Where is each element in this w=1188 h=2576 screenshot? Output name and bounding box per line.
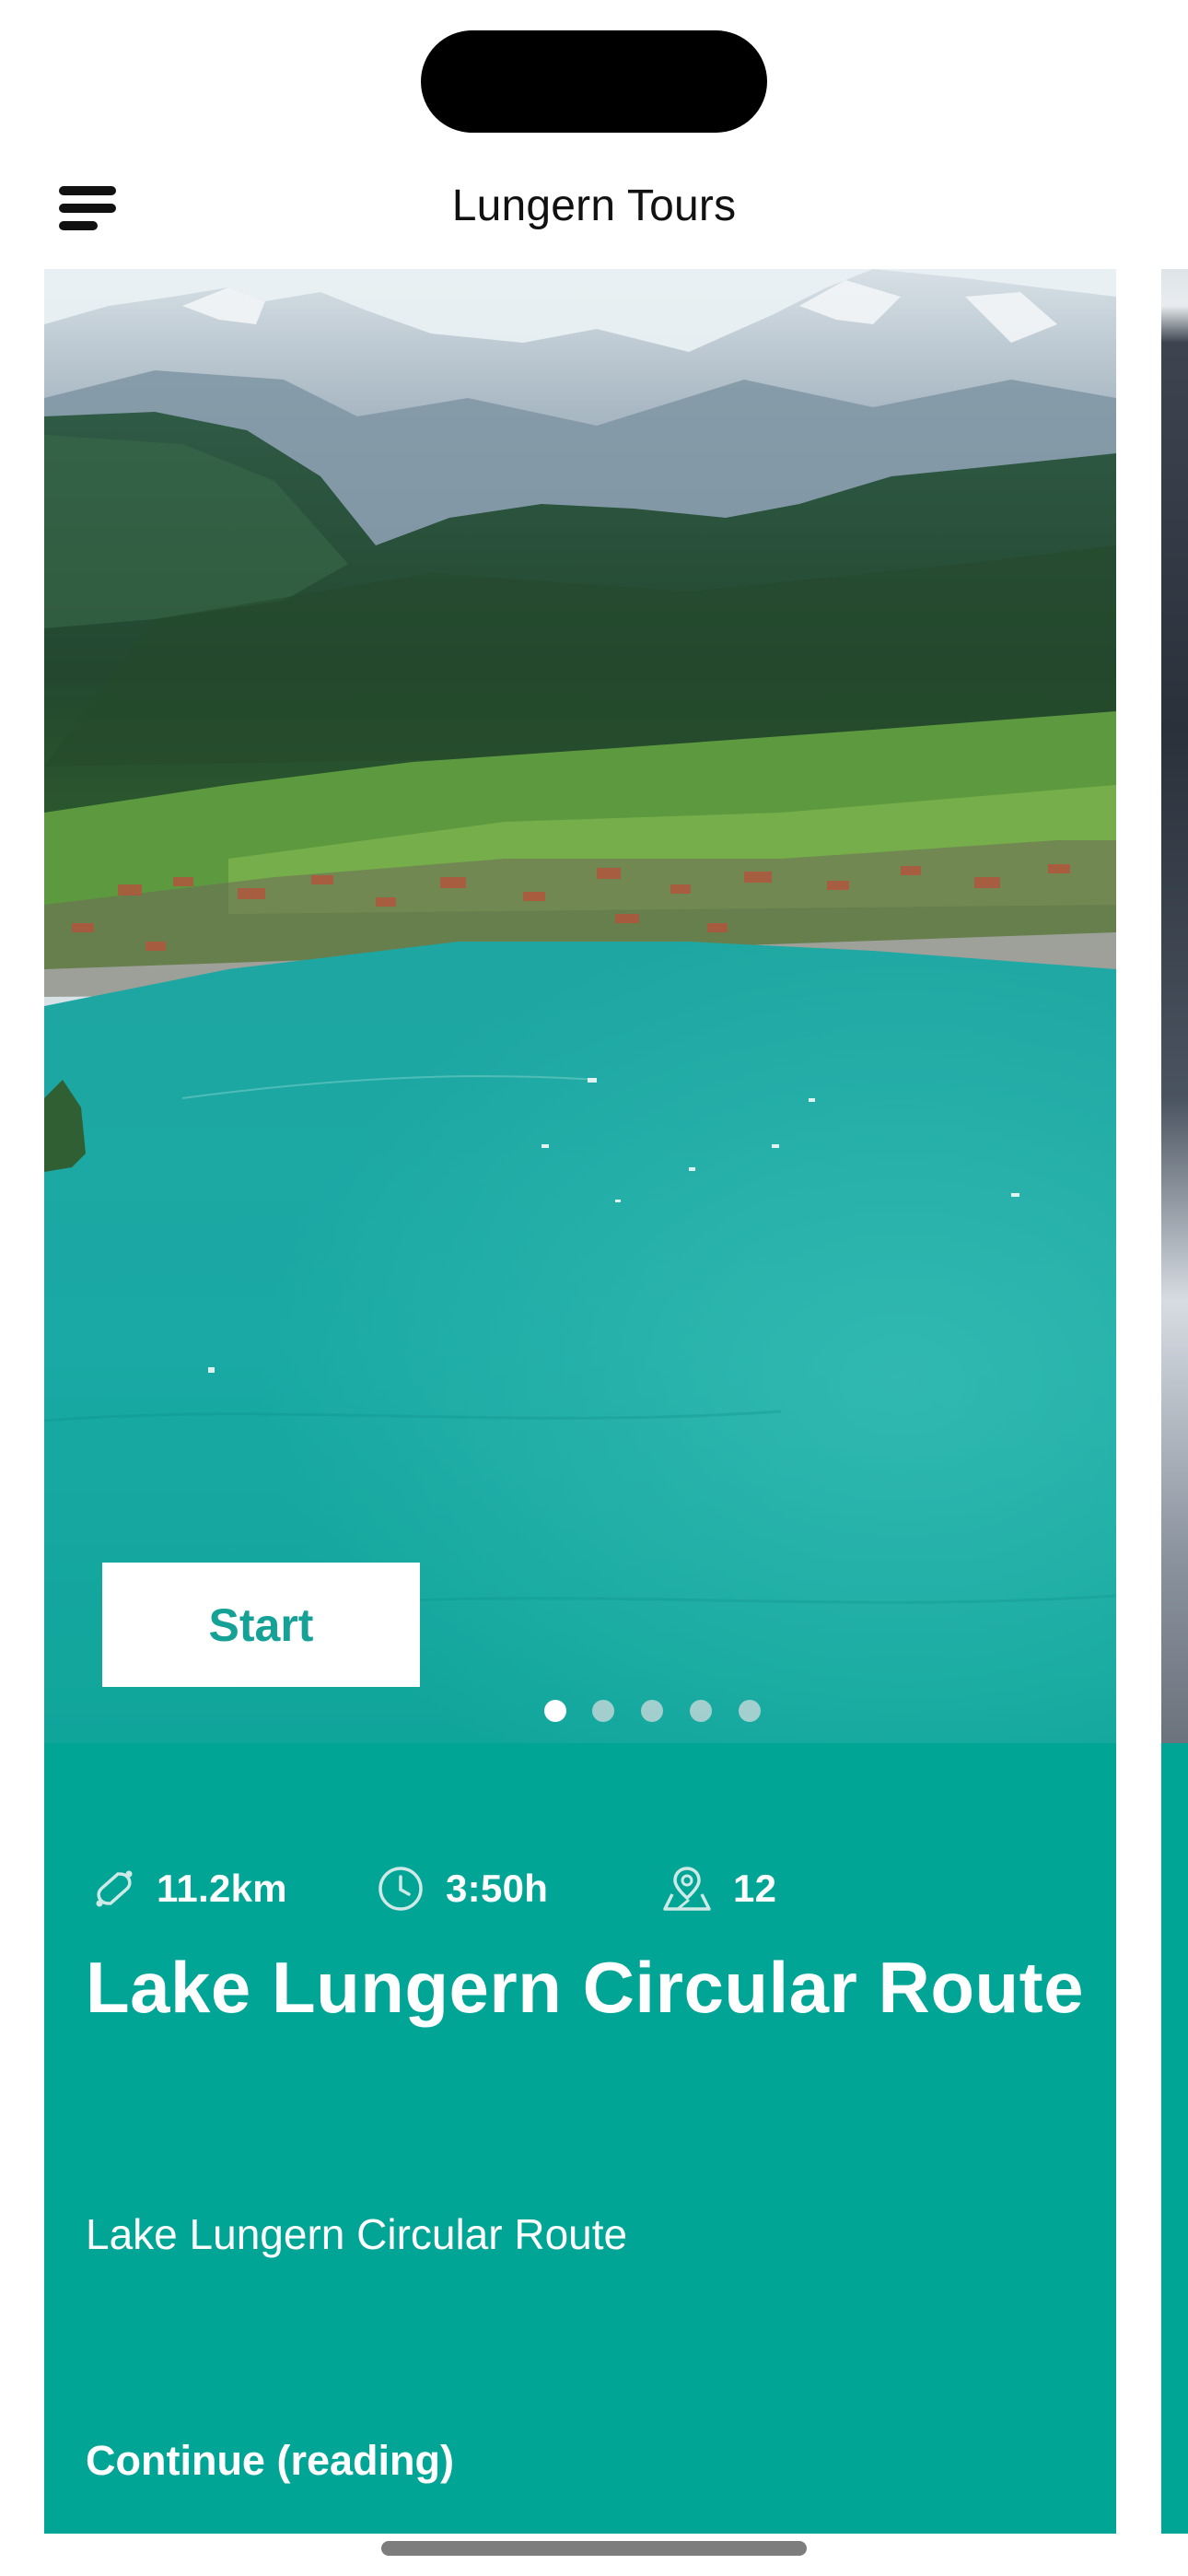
stops-value: 12 xyxy=(733,1867,777,1910)
next-tour-image xyxy=(1161,269,1188,1743)
clock-icon xyxy=(379,1867,423,1911)
stops-stat: 12 xyxy=(661,1861,776,1916)
page-dot-4[interactable] xyxy=(690,1700,712,1722)
page-dot-2[interactable] xyxy=(592,1700,614,1722)
app-title: Lungern Tours xyxy=(451,181,737,230)
route-title: Lake Lungern Circular Route xyxy=(86,1947,1085,2028)
page-dot-1[interactable] xyxy=(544,1700,566,1722)
page-dot-5[interactable] xyxy=(739,1700,761,1722)
duration-stat: 3:50h xyxy=(376,1861,548,1916)
route-loop-icon xyxy=(96,1870,133,1907)
lake-landscape-image xyxy=(44,269,1116,1743)
carousel-page-indicator[interactable] xyxy=(44,1700,1116,1722)
tour-info-panel: 11.2km 3:50h 12 Lake Lungern Circular Ro xyxy=(44,1743,1116,2534)
dynamic-island xyxy=(421,30,767,133)
distance-stat: 11.2km xyxy=(92,1861,287,1916)
start-button[interactable]: Start xyxy=(102,1563,420,1687)
route-description: Lake Lungern Circular Route xyxy=(86,2210,628,2258)
home-indicator[interactable] xyxy=(381,2541,807,2556)
distance-value: 11.2km xyxy=(157,1867,287,1910)
page-dot-3[interactable] xyxy=(641,1700,663,1722)
map-pin-icon xyxy=(663,1867,711,1911)
continue-reading-link[interactable]: Continue (reading) xyxy=(86,2437,454,2485)
tour-card[interactable]: Start 11.2km 3:50h 12 Lake Lungern Circu… xyxy=(44,269,1116,2534)
tour-hero-image: Start xyxy=(44,269,1116,1743)
next-tour-card[interactable] xyxy=(1161,269,1188,2534)
app-screen: Lungern Tours Start 11.2km 3:50h 12 Lake… xyxy=(0,0,1188,2576)
duration-value: 3:50h xyxy=(446,1867,549,1910)
